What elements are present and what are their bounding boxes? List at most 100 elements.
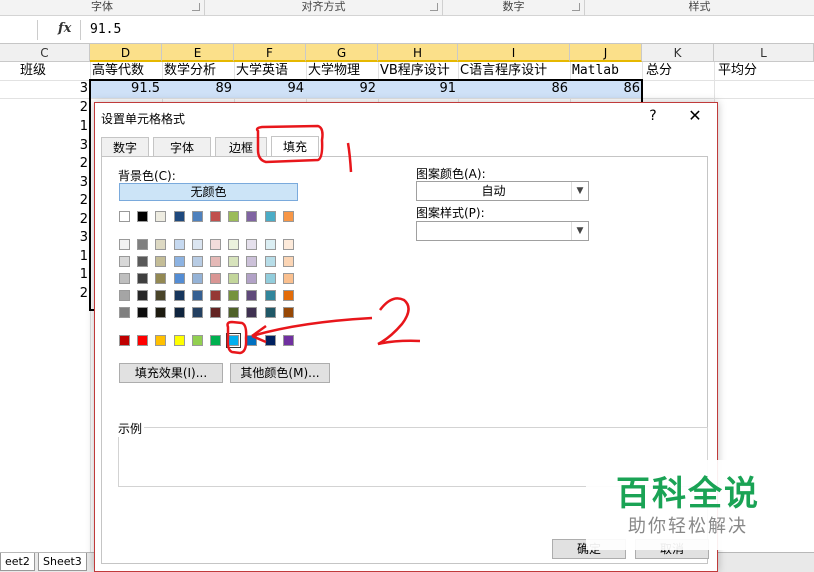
cell-header-matlab[interactable]: Matlab [572, 62, 642, 80]
tint-color-swatch[interactable] [155, 239, 167, 250]
tint-color-swatch[interactable] [137, 239, 149, 250]
cell-class[interactable]: 2 [0, 211, 88, 229]
cell-header-vb[interactable]: VB程序设计 [380, 62, 458, 80]
tint-color-swatch[interactable] [246, 307, 258, 318]
tint-color-swatch[interactable] [155, 256, 167, 267]
tint-color-swatch[interactable] [210, 307, 221, 318]
close-icon[interactable]: ✕ [683, 106, 707, 126]
column-header-d[interactable]: D [90, 44, 162, 62]
no-color-button[interactable]: 无颜色 [119, 183, 298, 201]
cell-header-class[interactable]: 班级 [20, 62, 46, 80]
tint-color-swatch[interactable] [155, 307, 167, 318]
theme-color-swatch[interactable] [210, 211, 221, 222]
tint-color-swatch[interactable] [246, 256, 258, 267]
tint-color-swatch[interactable] [246, 290, 258, 301]
tint-color-swatch[interactable] [246, 273, 258, 284]
dialog-launcher-icon[interactable] [430, 3, 438, 11]
tint-color-swatch[interactable] [191, 256, 203, 267]
theme-color-swatch[interactable] [191, 211, 203, 222]
tint-color-swatch[interactable] [282, 273, 294, 284]
cell-header-average[interactable]: 平均分 [718, 62, 808, 80]
tint-color-swatch[interactable] [228, 256, 240, 267]
standard-color-swatch[interactable] [191, 335, 203, 346]
tint-color-swatch[interactable] [210, 290, 221, 301]
column-header-c[interactable]: C [0, 44, 90, 62]
tint-color-swatch[interactable] [173, 256, 185, 267]
theme-color-swatch[interactable] [119, 211, 130, 222]
tab-border[interactable]: 边框 [215, 137, 267, 157]
tint-color-swatch[interactable] [264, 307, 276, 318]
sheet-tab-sheet3[interactable]: Sheet3 [38, 553, 87, 571]
cell-header-analysis[interactable]: 数学分析 [164, 62, 234, 80]
tint-color-swatch[interactable] [264, 256, 276, 267]
cell-header-total[interactable]: 总分 [646, 62, 714, 80]
dialog-launcher-icon[interactable] [192, 3, 200, 11]
theme-color-swatch[interactable] [264, 211, 276, 222]
tab-fill[interactable]: 填充 [271, 136, 319, 158]
tint-color-swatch[interactable] [173, 239, 185, 250]
column-header-j[interactable]: J [570, 44, 642, 62]
tint-color-swatch[interactable] [137, 307, 149, 318]
column-header-k[interactable]: K [642, 44, 714, 62]
cell-class[interactable]: 1 [0, 248, 88, 266]
cell-header-physics[interactable]: 大学物理 [308, 62, 378, 80]
theme-color-swatch[interactable] [173, 211, 185, 222]
tint-color-swatch[interactable] [137, 256, 149, 267]
standard-color-swatch[interactable] [173, 335, 185, 346]
tint-color-swatch[interactable] [173, 290, 185, 301]
tint-color-swatch[interactable] [119, 290, 130, 301]
cell-class[interactable]: 3 [0, 174, 88, 192]
name-box[interactable] [0, 20, 38, 40]
column-header-f[interactable]: F [234, 44, 306, 62]
theme-color-swatch[interactable] [228, 211, 240, 222]
cell-class[interactable]: 3 [0, 80, 88, 98]
tint-color-swatch[interactable] [228, 290, 240, 301]
tint-color-swatch[interactable] [282, 239, 294, 250]
standard-color-swatch[interactable] [282, 335, 294, 346]
theme-color-swatch[interactable] [246, 211, 258, 222]
cell-class[interactable]: 2 [0, 192, 88, 210]
cell-class[interactable]: 3 [0, 137, 88, 155]
standard-color-swatch[interactable] [264, 335, 276, 346]
tint-color-swatch[interactable] [264, 239, 276, 250]
tint-color-swatch[interactable] [155, 273, 167, 284]
cell-class[interactable]: 1 [0, 266, 88, 284]
tint-color-swatch[interactable] [282, 290, 294, 301]
standard-color-swatch[interactable] [119, 335, 130, 346]
tint-color-swatch[interactable] [228, 273, 240, 284]
standard-color-swatch[interactable] [210, 335, 221, 346]
tint-color-swatch[interactable] [210, 256, 221, 267]
tint-color-swatch[interactable] [119, 273, 130, 284]
cell-header-c-lang[interactable]: C语言程序设计 [460, 62, 570, 80]
tint-color-swatch[interactable] [173, 307, 185, 318]
tint-color-swatch[interactable] [155, 290, 167, 301]
tint-color-swatch[interactable] [119, 239, 130, 250]
column-header-g[interactable]: G [306, 44, 378, 62]
theme-color-swatch[interactable] [282, 211, 294, 222]
tint-color-swatch[interactable] [191, 239, 203, 250]
tint-color-swatch[interactable] [119, 256, 130, 267]
standard-color-swatch[interactable] [246, 335, 258, 346]
tint-color-swatch[interactable] [137, 273, 149, 284]
help-icon[interactable]: ? [643, 106, 663, 126]
cell-class[interactable]: 3 [0, 229, 88, 247]
cell-class[interactable]: 2 [0, 99, 88, 117]
more-colors-button[interactable]: 其他颜色(M)... [230, 363, 330, 383]
theme-color-swatch[interactable] [137, 211, 149, 222]
tint-color-swatch[interactable] [173, 273, 185, 284]
column-header-i[interactable]: I [458, 44, 570, 62]
standard-color-swatch[interactable] [226, 333, 242, 348]
tint-color-swatch[interactable] [282, 256, 294, 267]
tab-number[interactable]: 数字 [101, 137, 149, 157]
insert-function-icon[interactable]: fx [58, 21, 71, 36]
tint-color-swatch[interactable] [119, 307, 130, 318]
column-header-l[interactable]: L [714, 44, 814, 62]
column-header-e[interactable]: E [162, 44, 234, 62]
tint-color-swatch[interactable] [210, 273, 221, 284]
cell-class[interactable]: 2 [0, 285, 88, 303]
pattern-color-dropdown[interactable]: 自动 ▼ [416, 181, 589, 201]
tab-font[interactable]: 字体 [153, 137, 211, 157]
tint-color-swatch[interactable] [264, 273, 276, 284]
standard-color-swatch[interactable] [137, 335, 149, 346]
tint-color-swatch[interactable] [246, 239, 258, 250]
